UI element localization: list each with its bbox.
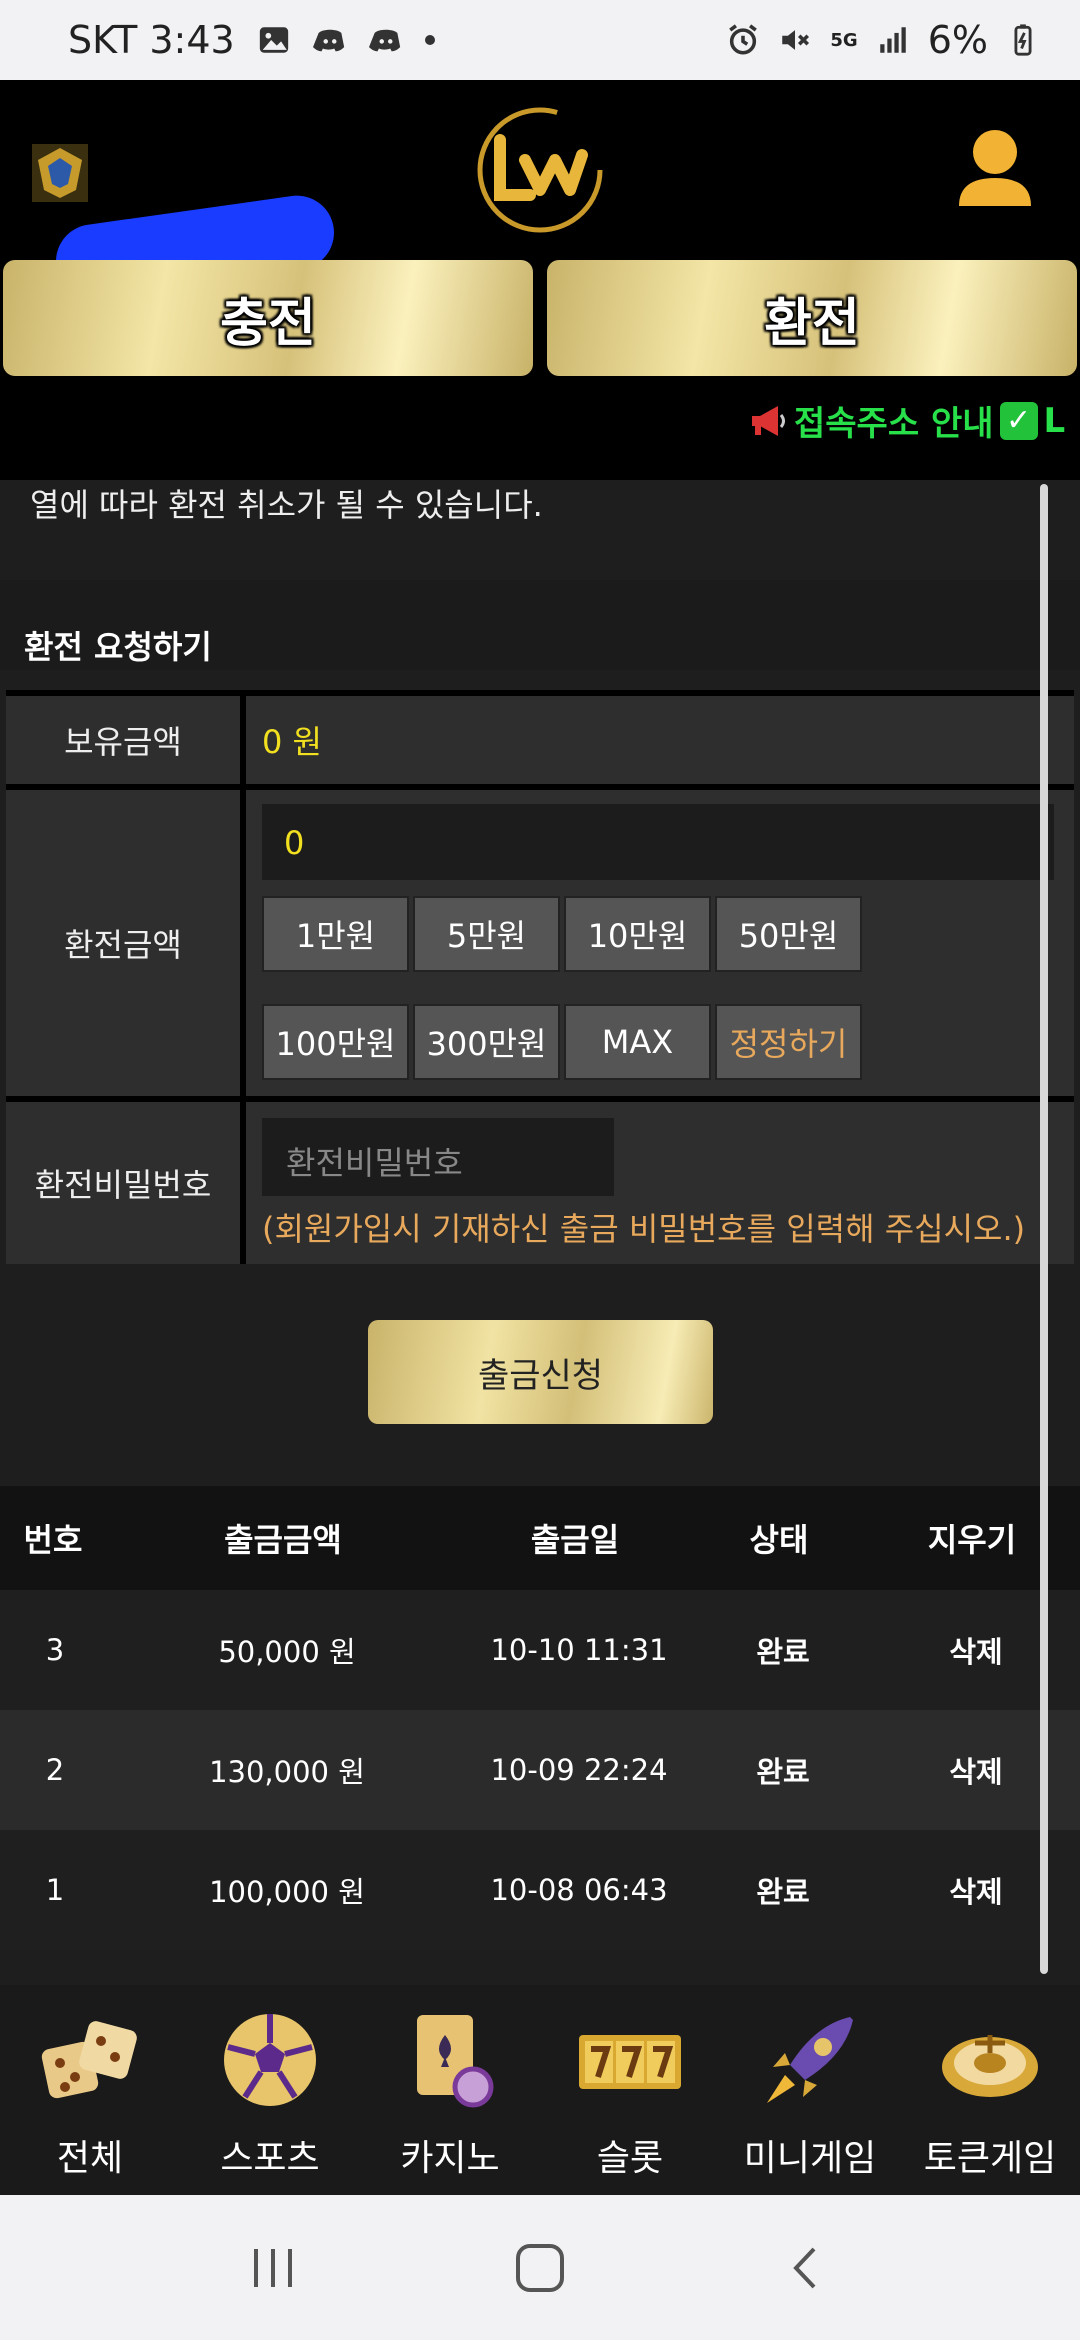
password-hint: (회원가입시 기재하신 출금 비밀번호를 입력해 주십시오.) (262, 1210, 1026, 1248)
marquee-text: 접속주소 안내 (794, 404, 994, 444)
table-row: 1 100,000 원 10-08 06:43 완료 삭제 (0, 1830, 1080, 1950)
nav-casino[interactable]: 카지노 (360, 1985, 540, 2195)
withdraw-content: 열에 따라 환전 취소가 될 수 있습니다. 환전 요청하기 보유금액 0 원 … (0, 480, 1080, 1985)
row-status: 완료 (756, 1755, 810, 1789)
back-icon (792, 2247, 816, 2288)
dice-icon (41, 2021, 137, 2099)
signal-icon (879, 27, 906, 53)
nav-label: 카지노 (400, 2138, 500, 2179)
roulette-icon (942, 2035, 1038, 2097)
marquee-tail: L (1043, 400, 1066, 441)
nav-label: 미니게임 (743, 2138, 877, 2179)
chip-100k[interactable]: 10만원 (564, 896, 711, 972)
amount-input[interactable]: 0 (262, 804, 1054, 880)
chip-1m[interactable]: 100만원 (262, 1004, 409, 1080)
network-label: 5G (830, 29, 858, 51)
section-title: 환전 요청하기 (0, 580, 1080, 670)
withdraw-button[interactable]: 환전 (547, 260, 1077, 376)
home-button[interactable] (505, 2233, 575, 2303)
nav-label: 스포츠 (220, 2138, 320, 2179)
alarm-icon (729, 24, 758, 55)
nav-label: 전체 (56, 2138, 124, 2179)
row-amount: 130,000 원 (209, 1755, 365, 1789)
chip-max[interactable]: MAX (564, 1004, 711, 1080)
notice-marquee[interactable]: 접속주소 안내 ✓ L (748, 396, 1065, 445)
row-status: 완료 (756, 1635, 810, 1669)
row-date: 10-10 11:31 (490, 1633, 668, 1667)
nav-minigame[interactable]: 미니게임 (720, 1985, 900, 2195)
table-header: 번호 출금금액 출금일 상태 지우기 (0, 1486, 1080, 1590)
row-amount: 100,000 원 (209, 1875, 365, 1909)
mute-icon (782, 30, 810, 50)
withdraw-history-table: 번호 출금금액 출금일 상태 지우기 3 50,000 원 10-10 11:3… (0, 1486, 1080, 1950)
password-row: 환전비밀번호 환전비밀번호 (회원가입시 기재하신 출금 비밀번호를 입력해 주… (6, 1096, 1074, 1264)
password-label: 환전비밀번호 (6, 1102, 246, 1264)
balance-value: 0 원 (246, 696, 1074, 784)
balance-label: 보유금액 (6, 696, 246, 784)
nav-all[interactable]: 전체 (0, 1985, 180, 2195)
table-row: 3 50,000 원 10-10 11:31 완료 삭제 (0, 1590, 1080, 1710)
nav-token-game[interactable]: 토큰게임 (900, 1985, 1080, 2195)
rocket-icon (767, 2017, 853, 2103)
system-navigation-bar (0, 2195, 1080, 2340)
soccer-ball-icon (224, 2014, 316, 2106)
cards-chip-icon (417, 2015, 494, 2108)
table-row: 2 130,000 원 10-09 22:24 완료 삭제 (0, 1710, 1080, 1830)
withdraw-submit-button[interactable]: 출금신청 (368, 1320, 713, 1424)
rank-badge-icon (32, 144, 88, 202)
col-date: 출금일 (530, 1521, 620, 1559)
app-header: 충전 환전 접속주소 안내 ✓ L (0, 80, 1080, 480)
back-button[interactable] (772, 2233, 842, 2303)
chip-500k[interactable]: 50만원 (715, 896, 862, 972)
user-profile-icon[interactable] (955, 126, 1035, 216)
slot-777-icon (579, 2035, 681, 2089)
discord-icon (312, 29, 344, 52)
check-icon: ✓ (999, 401, 1038, 440)
status-bar: SKT 3:43 5G 6% (0, 0, 1080, 80)
carrier-time: SKT 3:43 (68, 18, 235, 62)
nav-label: 슬롯 (596, 2138, 664, 2179)
battery-icon (1014, 24, 1032, 56)
row-date: 10-08 06:43 (490, 1873, 668, 1907)
row-amount: 50,000 원 (218, 1635, 356, 1669)
col-number: 번호 (23, 1521, 83, 1559)
chip-50k[interactable]: 5만원 (413, 896, 560, 972)
gallery-icon (259, 27, 288, 53)
row-status: 완료 (756, 1875, 810, 1909)
chip-3m[interactable]: 300만원 (413, 1004, 560, 1080)
row-number: 1 (45, 1873, 65, 1907)
recent-apps-icon (254, 2248, 293, 2287)
megaphone-icon (752, 405, 785, 436)
amount-label: 환전금액 (6, 790, 246, 1096)
col-status: 상태 (749, 1521, 809, 1559)
nav-slot[interactable]: 슬롯 (540, 1985, 720, 2195)
nav-sports[interactable]: 스포츠 (180, 1985, 360, 2195)
amount-row: 환전금액 0 1만원 5만원 10만원 50만원 100만원 300만원 MAX… (6, 784, 1074, 1096)
row-number: 3 (45, 1633, 65, 1667)
discord-icon (368, 29, 400, 52)
deposit-button[interactable]: 충전 (3, 260, 533, 376)
recent-apps-button[interactable] (238, 2233, 308, 2303)
battery-percent: 6% (927, 18, 988, 62)
row-date: 10-09 22:24 (490, 1753, 668, 1787)
balance-row: 보유금액 0 원 (6, 690, 1074, 784)
site-logo[interactable] (470, 100, 610, 240)
chip-10k[interactable]: 1만원 (262, 896, 409, 972)
col-amount: 출금금액 (224, 1521, 342, 1559)
row-number: 2 (45, 1753, 65, 1787)
nav-label: 토큰게임 (923, 2138, 1057, 2179)
notice-text: 열에 따라 환전 취소가 될 수 있습니다. (30, 486, 543, 524)
withdraw-password-input[interactable]: 환전비밀번호 (262, 1118, 614, 1196)
reset-button[interactable]: 정정하기 (715, 1004, 862, 1080)
scrollbar[interactable] (1040, 484, 1048, 1974)
home-icon (515, 2243, 564, 2292)
bottom-nav: 전체 스포츠 카지노 슬롯 미니게임 토큰게임 (0, 1985, 1080, 2195)
notification-dot (424, 35, 435, 45)
withdraw-form: 보유금액 0 원 환전금액 0 1만원 5만원 10만원 50만원 100만원 … (6, 690, 1074, 1264)
